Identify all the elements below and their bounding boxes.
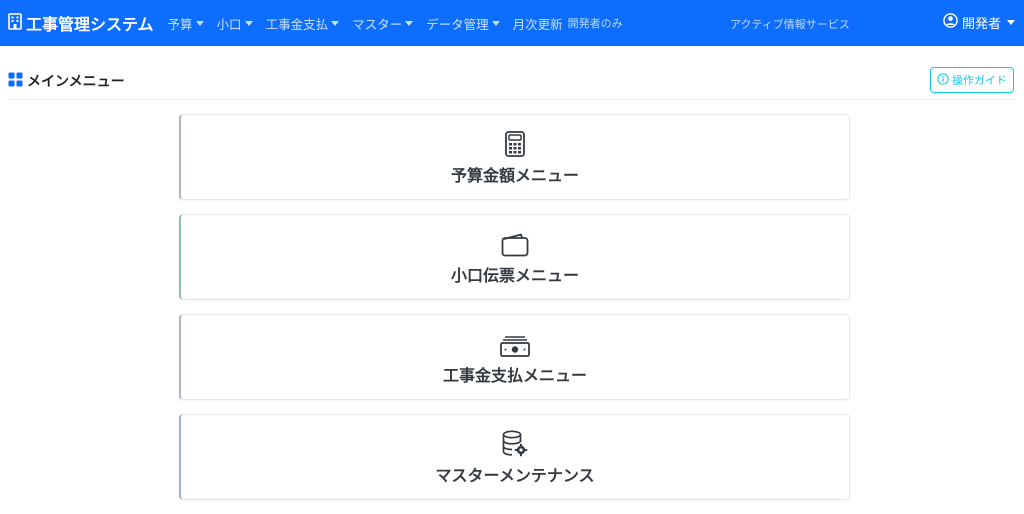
- nav-data-management[interactable]: データ管理: [426, 14, 500, 33]
- main-nav: 予算 小口 工事金支払 マスター データ管理 月次更新 開発者のみ: [168, 14, 636, 33]
- grid-icon: [8, 71, 27, 91]
- building-icon: [8, 12, 26, 34]
- nav-budget-label: 予算: [167, 16, 193, 32]
- page-title: メインメニュー: [8, 71, 125, 91]
- operation-guide-label: 操作ガイド: [952, 74, 1007, 87]
- menu-card-master-maintenance[interactable]: マスターメンテナンス: [179, 414, 850, 500]
- nav-master[interactable]: マスター: [352, 14, 414, 33]
- nav-monthly-update-label: 月次更新: [512, 16, 563, 32]
- menu-card-construction-payment[interactable]: 工事金支払メニュー: [179, 314, 850, 400]
- nav-budget[interactable]: 予算: [168, 14, 204, 33]
- cash-icon: [500, 329, 530, 357]
- database-gear-icon: [502, 429, 528, 457]
- user-menu[interactable]: 開発者: [943, 13, 1015, 32]
- menu-card-list: 予算金額メニュー 小口伝票メニュー 工事金支払メニュー マスターメンテナンス: [179, 114, 850, 514]
- user-name: 開発者: [961, 17, 1001, 32]
- caret-down-icon: [405, 20, 414, 26]
- active-service-label: アクティブ情報サービス: [730, 18, 850, 31]
- menu-card-construction-payment-label: 工事金支払メニュー: [442, 365, 587, 385]
- menu-card-master-maintenance-label: マスターメンテナンス: [435, 465, 595, 485]
- wallet-icon: [501, 229, 529, 257]
- info-circle-icon: [937, 72, 952, 88]
- nav-data-management-label: データ管理: [426, 16, 489, 32]
- menu-card-budget-label: 予算金額メニュー: [450, 165, 579, 185]
- caret-down-icon: [331, 20, 340, 26]
- top-navbar: 工事管理システム 予算 小口 工事金支払 マスター データ管理 月次更新 開発者…: [0, 0, 1024, 46]
- nav-construction-payment[interactable]: 工事金支払: [266, 14, 340, 33]
- menu-card-petty-cash[interactable]: 小口伝票メニュー: [179, 214, 850, 300]
- menu-card-budget[interactable]: 予算金額メニュー: [179, 114, 850, 200]
- caret-down-icon: [244, 20, 253, 26]
- calculator-icon: [505, 129, 525, 157]
- nav-monthly-update[interactable]: 月次更新 開発者のみ: [513, 14, 623, 33]
- page-title-text: メインメニュー: [27, 74, 125, 90]
- menu-card-petty-cash-label: 小口伝票メニュー: [450, 265, 579, 285]
- nav-petty-cash[interactable]: 小口: [217, 14, 253, 33]
- brand-title: 工事管理システム: [26, 15, 154, 34]
- nav-construction-payment-label: 工事金支払: [265, 16, 329, 32]
- user-circle-icon: [943, 13, 962, 32]
- caret-down-icon: [195, 20, 204, 26]
- brand-link[interactable]: 工事管理システム: [8, 11, 154, 35]
- nav-petty-cash-label: 小口: [216, 16, 242, 32]
- developer-only-note: 開発者のみ: [567, 17, 623, 30]
- caret-down-icon: [491, 20, 500, 26]
- page-header: メインメニュー 操作ガイド: [8, 66, 1016, 100]
- caret-down-icon: [1007, 20, 1015, 25]
- operation-guide-button[interactable]: 操作ガイド: [930, 67, 1014, 93]
- nav-master-label: マスター: [352, 16, 403, 32]
